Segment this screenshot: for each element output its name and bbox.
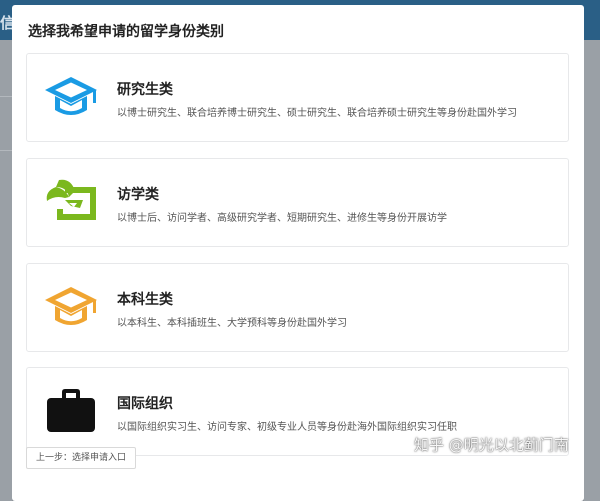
card-title: 本科生类 (117, 292, 173, 308)
card-description: 以本科生、本科插班生、大学预科等身份赴国外学习 (117, 318, 347, 329)
graduation-cap-icon (43, 72, 99, 122)
visiting-scholar-icon (43, 177, 99, 227)
card-title: 访学类 (117, 187, 159, 203)
category-card-undergraduate[interactable]: 本科生类 以本科生、本科插班生、大学预科等身份赴国外学习 (26, 263, 569, 352)
category-card-visiting[interactable]: 访学类 以博士后、访问学者、高级研究学者、短期研究生、进修生等身份开展访学 (26, 158, 569, 247)
background-edge-right (584, 40, 600, 501)
card-description: 以国际组织实习生、访问专家、初级专业人员等身份赴海外国际组织实习任职 (117, 422, 457, 433)
card-description: 以博士研究生、联合培养博士研究生、硕士研究生、联合培养硕士研究生等身份赴国外学习 (117, 108, 517, 119)
background-divider (0, 150, 12, 151)
graduation-cap-icon (43, 282, 99, 332)
category-select-modal: 选择我希望申请的留学身份类别 研究生类 以博士研究生、联合培养博士研究生、硕士研… (12, 5, 584, 501)
card-title: 研究生类 (117, 82, 173, 98)
background-divider (0, 96, 12, 97)
card-title: 国际组织 (117, 396, 173, 412)
briefcase-icon (43, 386, 99, 436)
background-edge-left (0, 40, 12, 501)
modal-title: 选择我希望申请的留学身份类别 (28, 24, 224, 40)
card-description: 以博士后、访问学者、高级研究学者、短期研究生、进修生等身份开展访学 (117, 213, 447, 224)
category-card-graduate[interactable]: 研究生类 以博士研究生、联合培养博士研究生、硕士研究生、联合培养硕士研究生等身份… (26, 53, 569, 142)
back-button[interactable]: 上一步：选择申请入口 (26, 447, 136, 469)
watermark: 知乎 @明光以北蓟门南 (414, 436, 569, 454)
